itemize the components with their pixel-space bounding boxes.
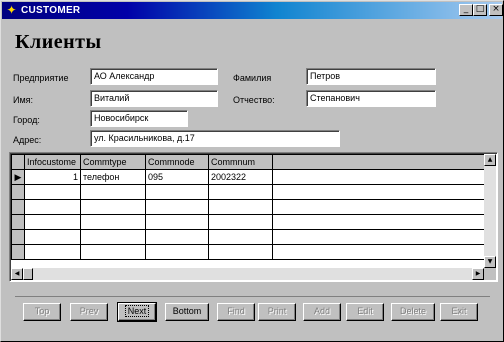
top-button[interactable]: Top [23, 303, 61, 321]
prev-button[interactable]: Prev [70, 303, 108, 321]
scroll-down-button[interactable]: ▼ [484, 256, 496, 268]
cell-empty [272, 169, 485, 185]
bottom-button[interactable]: Bottom [165, 303, 209, 321]
patronymic-field[interactable]: Степанович [306, 90, 436, 107]
column-header-infocustome[interactable]: Infocustome [24, 154, 81, 170]
arrow-up-icon: ▲ [487, 156, 493, 163]
scroll-right-button[interactable]: ▶ [472, 268, 484, 280]
city-field[interactable]: Новосибирск [90, 110, 188, 127]
patronymic-label: Отчество: [233, 95, 275, 105]
column-header-empty [272, 154, 485, 170]
close-button[interactable]: × [489, 4, 503, 16]
table-row[interactable] [11, 229, 485, 245]
close-icon: × [492, 4, 500, 14]
cell-commnode[interactable]: 095 [145, 169, 209, 185]
page-title: Клиенты [15, 31, 102, 53]
table-row[interactable] [11, 244, 485, 260]
grid-corner [11, 154, 25, 170]
row-selector[interactable] [11, 184, 25, 200]
table-row[interactable]: ▶ 1 телефон 095 2002322 [11, 169, 485, 185]
maximize-icon: □ [475, 4, 485, 14]
arrow-left-icon: ◀ [14, 270, 20, 277]
title-bar[interactable]: ✦ CUSTOMER _ □ × [2, 2, 503, 19]
table-row[interactable] [11, 214, 485, 230]
navigation-toolbar: Top Prev Next Bottom Find Print Add Edit… [15, 296, 490, 326]
column-header-commnum[interactable]: Commnum [208, 154, 273, 170]
table-row[interactable] [11, 199, 485, 215]
delete-button[interactable]: Delete [391, 303, 435, 321]
city-label: Город: [13, 115, 40, 125]
company-label: Предприятие [13, 73, 69, 83]
row-selector[interactable] [11, 229, 25, 245]
column-header-commnode[interactable]: Commnode [145, 154, 209, 170]
cell-infocustome[interactable]: 1 [24, 169, 81, 185]
row-pointer-icon: ▶ [14, 171, 22, 182]
row-selector[interactable] [11, 244, 25, 260]
find-button[interactable]: Find [217, 303, 255, 321]
company-field[interactable]: АО Александр [90, 68, 218, 85]
exit-button[interactable]: Exit [440, 303, 478, 321]
address-field[interactable]: ул. Красильникова, д.17 [90, 130, 340, 147]
row-selector[interactable] [11, 214, 25, 230]
arrow-down-icon: ▼ [487, 258, 493, 265]
communications-grid[interactable]: Infocustome Commtype Commnode Commnum ▶ … [9, 152, 498, 282]
scroll-left-button[interactable]: ◀ [11, 268, 23, 280]
scrollbar-corner [484, 268, 496, 280]
customer-window: ✦ CUSTOMER _ □ × Клиенты Предприятие АО … [0, 0, 504, 342]
row-selector[interactable]: ▶ [11, 169, 25, 185]
address-label: Адрес: [13, 135, 42, 145]
minimize-icon: _ [463, 4, 469, 14]
scroll-up-button[interactable]: ▲ [484, 154, 496, 166]
grid-table: Infocustome Commtype Commnode Commnum ▶ … [11, 154, 485, 260]
cell-commtype[interactable]: телефон [80, 169, 146, 185]
cell-commnum[interactable]: 2002322 [208, 169, 273, 185]
horizontal-scrollbar[interactable]: ◀ ▶ [11, 268, 484, 280]
window-title: CUSTOMER [21, 5, 81, 16]
name-label: Имя: [13, 95, 34, 105]
row-selector[interactable] [11, 199, 25, 215]
grid-header-row: Infocustome Commtype Commnode Commnum [11, 154, 485, 170]
add-button[interactable]: Add [303, 303, 341, 321]
table-row[interactable] [11, 184, 485, 200]
scroll-thumb[interactable] [23, 268, 33, 280]
name-field[interactable]: Виталий [90, 90, 218, 107]
surname-field[interactable]: Петров [306, 68, 436, 85]
minimize-button[interactable]: _ [459, 4, 473, 16]
arrow-right-icon: ▶ [475, 270, 481, 277]
vertical-scrollbar[interactable]: ▲ ▼ [484, 154, 496, 268]
next-button[interactable]: Next [117, 302, 157, 322]
print-button[interactable]: Print [258, 303, 296, 321]
surname-label: Фамилия [233, 73, 272, 83]
star-icon[interactable]: ✦ [5, 4, 18, 17]
maximize-button[interactable]: □ [473, 4, 487, 16]
edit-button[interactable]: Edit [346, 303, 384, 321]
column-header-commtype[interactable]: Commtype [80, 154, 146, 170]
